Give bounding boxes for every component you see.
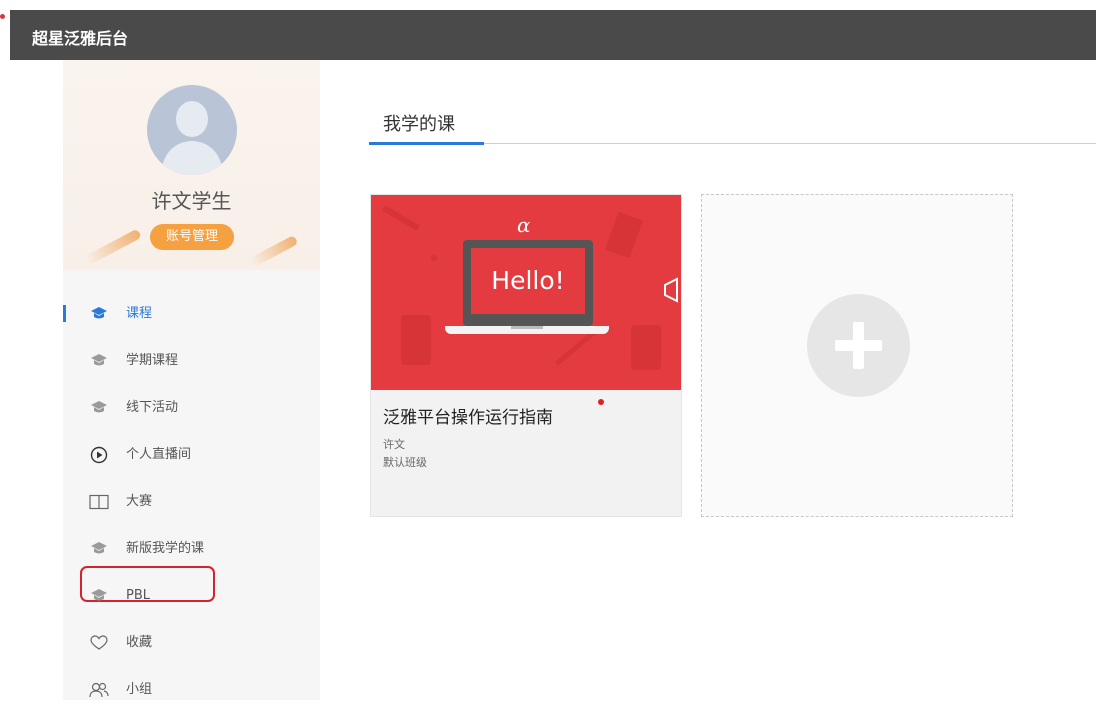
top-bar: 超星泛雅后台 [10,10,1096,60]
sidebar-item-label: 学期课程 [126,353,179,368]
sidebar-item-offline-activities[interactable]: 线下活动 [63,384,320,431]
course-card[interactable]: α Hello! 泛雅平台操作运行指南 许文 默认班级 [370,194,682,517]
active-tab-indicator [369,142,484,145]
graduation-cap-icon [89,398,109,418]
sidebar-item-label: PBL [126,588,151,603]
profile-panel: 许文学生 账号管理 [63,60,320,270]
main-content: 我学的课 α Hello! 泛雅平台操作运行指南 许文 默认班级 [320,60,1096,700]
sidebar-item-courses[interactable]: 课程 [63,290,320,337]
course-class: 默认班级 [383,456,427,469]
unread-dot [598,399,604,405]
corner-dot [0,14,5,19]
sidebar-item-live-room[interactable]: 个人直播间 [63,431,320,478]
megaphone-icon [664,277,678,303]
course-title[interactable]: 泛雅平台操作运行指南 [383,403,553,428]
tab-my-courses[interactable]: 我学的课 [383,110,455,136]
add-course-card[interactable] [701,194,1013,517]
laptop-illustration: Hello! [463,240,593,326]
graduation-cap-icon [89,539,109,559]
course-cover[interactable]: α Hello! [371,195,681,390]
cover-symbol: α [517,213,531,237]
cover-hello-text: Hello! [471,248,585,314]
decorative-stroke [249,234,299,268]
sidebar-item-label: 课程 [126,306,153,321]
graduation-cap-icon [89,304,109,324]
sidebar-nav: 课程 学期课程 线下活动 个人直播间 大赛 新版我学的课 PBL 收藏 小组 [63,290,320,713]
heart-icon [89,633,109,653]
graduation-cap-icon [89,351,109,371]
course-teacher: 许文 [383,438,405,451]
sidebar-item-label: 新版我学的课 [126,541,205,556]
sidebar-item-semester-courses[interactable]: 学期课程 [63,337,320,384]
sidebar: 许文学生 账号管理 课程 学期课程 线下活动 个人直播间 大赛 新版我学的课 P… [63,60,320,700]
sidebar-item-contest[interactable]: 大赛 [63,478,320,525]
sidebar-item-groups[interactable]: 小组 [63,666,320,713]
app-title: 超星泛雅后台 [32,29,129,48]
avatar[interactable] [147,85,237,175]
decorative-stroke [84,228,142,266]
account-management-button[interactable]: 账号管理 [150,224,234,250]
active-indicator [63,305,66,322]
book-open-icon [89,492,109,512]
graduation-cap-icon [89,586,109,606]
play-circle-icon [89,445,109,465]
sidebar-item-label: 个人直播间 [126,447,192,462]
sidebar-item-label: 大赛 [126,494,153,509]
user-name: 许文学生 [151,189,232,213]
plus-icon[interactable] [807,294,910,397]
sidebar-item-favorites[interactable]: 收藏 [63,619,320,666]
sidebar-item-label: 小组 [126,682,153,697]
sidebar-item-new-my-courses[interactable]: 新版我学的课 [63,525,320,572]
laptop-base [445,326,609,334]
group-icon [89,680,109,700]
sidebar-item-label: 收藏 [126,635,153,650]
sidebar-item-pbl[interactable]: PBL [63,566,320,619]
sidebar-item-label: 线下活动 [126,400,179,415]
